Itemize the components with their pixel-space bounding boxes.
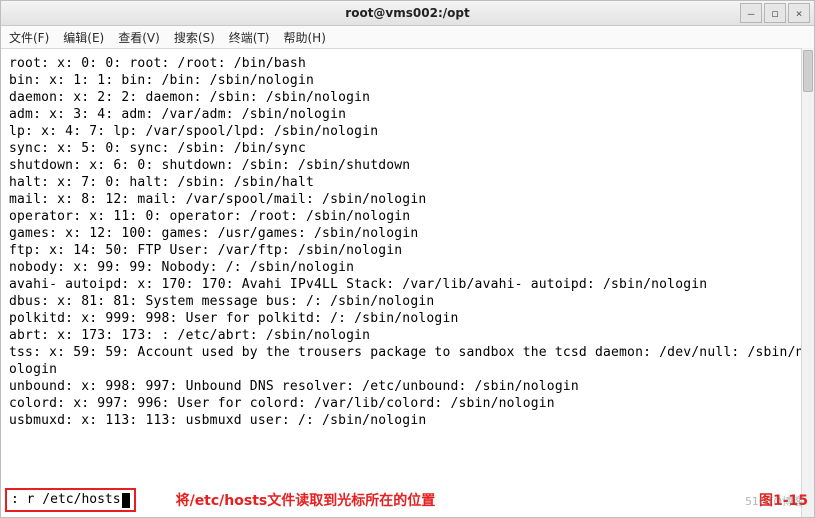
menubar: 文件(F) 编辑(E) 查看(V) 搜索(S) 终端(T) 帮助(H) xyxy=(1,26,814,49)
window-title: root@vms002:/opt xyxy=(345,6,469,20)
terminal-line: tss: x: 59: 59: Account used by the trou… xyxy=(9,344,806,378)
annotation-text: 将/etc/hosts文件读取到光标所在的位置 xyxy=(176,490,436,510)
terminal-line: unbound: x: 998: 997: Unbound DNS resolv… xyxy=(9,378,806,395)
command-row: : r /etc/hosts 将/etc/hosts文件读取到光标所在的位置 图… xyxy=(5,489,808,511)
command-text: : r /etc/hosts xyxy=(11,491,121,509)
titlebar: root@vms002:/opt – ◻ × xyxy=(1,1,814,26)
maximize-button[interactable]: ◻ xyxy=(764,3,786,23)
terminal-line: root: x: 0: 0: root: /root: /bin/bash xyxy=(9,55,806,72)
terminal-line: games: x: 12: 100: games: /usr/games: /s… xyxy=(9,225,806,242)
menu-help[interactable]: 帮助(H) xyxy=(284,29,326,46)
close-button[interactable]: × xyxy=(788,3,810,23)
menu-view[interactable]: 查看(V) xyxy=(118,29,160,46)
menu-search[interactable]: 搜索(S) xyxy=(174,29,215,46)
terminal-line: abrt: x: 173: 173: : /etc/abrt: /sbin/no… xyxy=(9,327,806,344)
terminal-line: usbmuxd: x: 113: 113: usbmuxd user: /: /… xyxy=(9,412,806,429)
scroll-thumb[interactable] xyxy=(803,50,813,92)
terminal-line: nobody: x: 99: 99: Nobody: /: /sbin/nolo… xyxy=(9,259,806,276)
terminal-line: operator: x: 11: 0: operator: /root: /sb… xyxy=(9,208,806,225)
terminal-line: polkitd: x: 999: 998: User for polkitd: … xyxy=(9,310,806,327)
terminal-line: lp: x: 4: 7: lp: /var/spool/lpd: /sbin/n… xyxy=(9,123,806,140)
terminal-line: halt: x: 7: 0: halt: /sbin: /sbin/halt xyxy=(9,174,806,191)
terminal-line: ftp: x: 14: 50: FTP User: /var/ftp: /sbi… xyxy=(9,242,806,259)
menu-terminal[interactable]: 终端(T) xyxy=(229,29,270,46)
terminal-line: mail: x: 8: 12: mail: /var/spool/mail: /… xyxy=(9,191,806,208)
terminal-window: root@vms002:/opt – ◻ × 文件(F) 编辑(E) 查看(V)… xyxy=(0,0,815,518)
terminal-line: shutdown: x: 6: 0: shutdown: /sbin: /sbi… xyxy=(9,157,806,174)
terminal-line: avahi- autoipd: x: 170: 170: Avahi IPv4L… xyxy=(9,276,806,293)
cursor-icon xyxy=(122,493,130,508)
command-box: : r /etc/hosts xyxy=(5,488,136,512)
menu-file[interactable]: 文件(F) xyxy=(9,29,49,46)
terminal-line: dbus: x: 81: 81: System message bus: /: … xyxy=(9,293,806,310)
terminal-line: sync: x: 5: 0: sync: /sbin: /bin/sync xyxy=(9,140,806,157)
terminal-line: colord: x: 997: 996: User for colord: /v… xyxy=(9,395,806,412)
terminal-line: daemon: x: 2: 2: daemon: /sbin: /sbin/no… xyxy=(9,89,806,106)
terminal-output[interactable]: root: x: 0: 0: root: /root: /bin/bashbin… xyxy=(1,49,814,431)
minimize-button[interactable]: – xyxy=(740,3,762,23)
terminal-line: bin: x: 1: 1: bin: /bin: /sbin/nologin xyxy=(9,72,806,89)
watermark: 51CTO博客 xyxy=(745,493,804,509)
window-buttons: – ◻ × xyxy=(740,3,810,23)
scrollbar[interactable] xyxy=(801,48,814,517)
terminal-line: adm: x: 3: 4: adm: /var/adm: /sbin/nolog… xyxy=(9,106,806,123)
menu-edit[interactable]: 编辑(E) xyxy=(63,29,104,46)
